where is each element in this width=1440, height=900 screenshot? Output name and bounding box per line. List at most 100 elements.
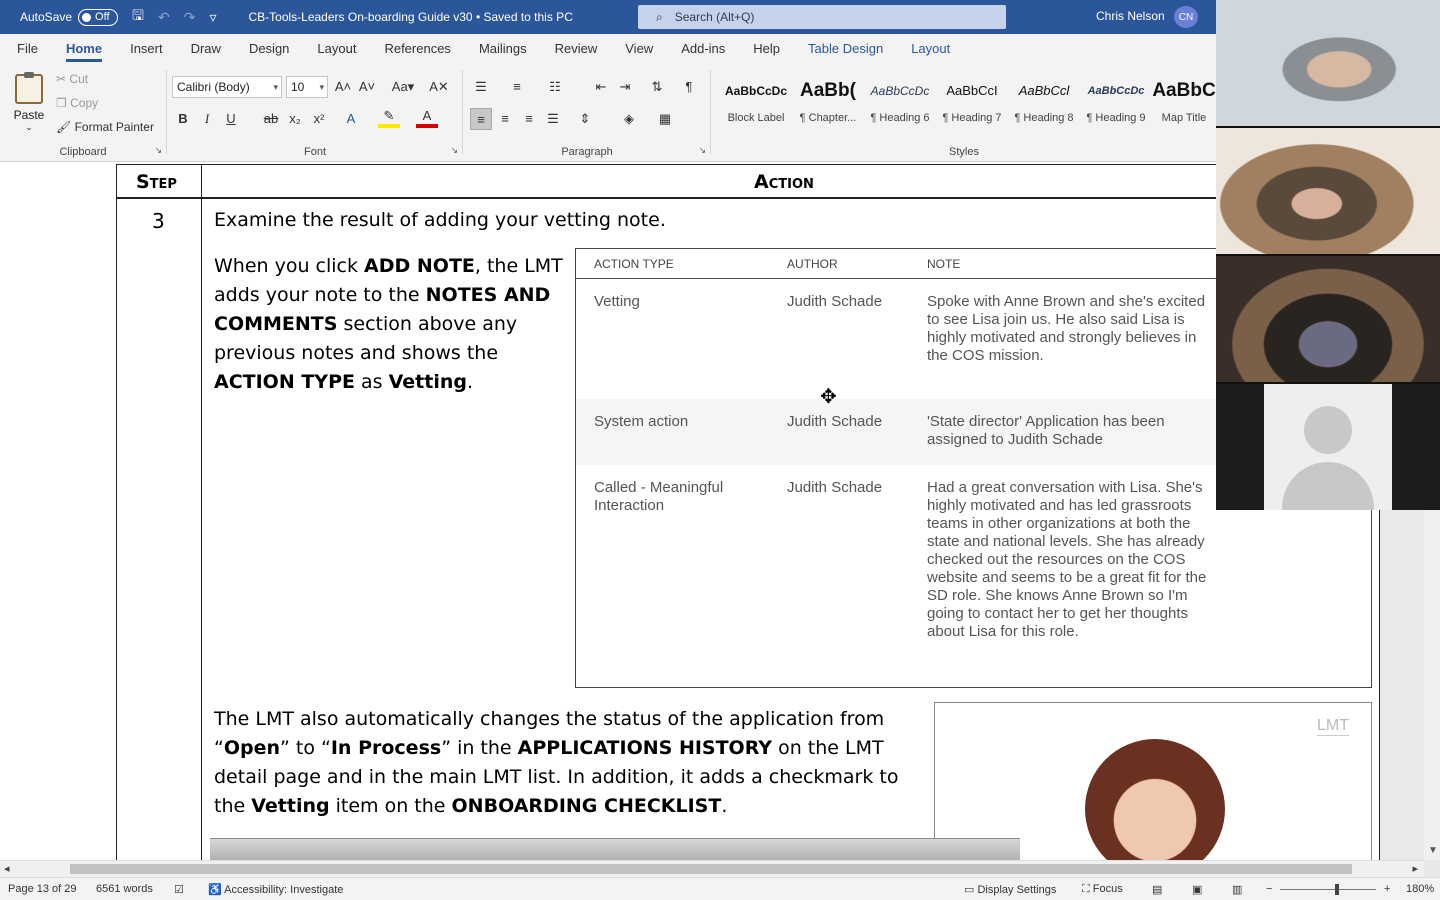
- style-heading-7[interactable]: AaBbCcI ¶ Heading 7: [936, 76, 1008, 136]
- text-run: .: [721, 795, 728, 817]
- page-count[interactable]: Page 13 of 29: [8, 883, 77, 895]
- style-heading-6[interactable]: AaBbCcDc ¶ Heading 6: [864, 76, 936, 136]
- web-layout-icon[interactable]: ▥: [1232, 883, 1242, 896]
- style-heading-9[interactable]: AaBbCcDc ¶ Heading 9: [1080, 76, 1152, 136]
- bold-text-run: Vetting: [388, 371, 467, 393]
- focus-icon: ⛶: [1082, 883, 1090, 895]
- tab-view[interactable]: View: [611, 34, 667, 64]
- highlight-icon[interactable]: ✎: [378, 108, 400, 128]
- undo-icon[interactable]: ↶: [158, 9, 170, 26]
- read-mode-icon[interactable]: ▤: [1152, 883, 1162, 896]
- format-painter-button[interactable]: 🖌 Format Painter: [56, 120, 154, 134]
- participant-video[interactable]: [1216, 0, 1440, 126]
- author-cell: Judith Schade: [787, 413, 883, 430]
- zoom-slider[interactable]: [1280, 889, 1376, 890]
- display-settings-button[interactable]: ▭ Display Settings: [964, 883, 1056, 896]
- search-box[interactable]: ⌕ Search (Alt+Q): [638, 5, 1006, 29]
- focus-button[interactable]: ⛶ Focus: [1082, 883, 1123, 896]
- table-border: [116, 164, 1380, 165]
- style-block-label[interactable]: AaBbCcDc Block Label: [720, 76, 792, 136]
- align-left-icon[interactable]: ≡: [470, 108, 492, 130]
- tab-file[interactable]: File: [0, 34, 52, 64]
- font-launcher-icon[interactable]: ↘: [450, 145, 458, 156]
- tab-draw[interactable]: Draw: [177, 34, 235, 64]
- tab-table-layout[interactable]: Layout: [897, 34, 964, 64]
- clipboard-launcher-icon[interactable]: ↘: [154, 145, 162, 156]
- print-layout-icon[interactable]: ▣: [1192, 883, 1202, 896]
- superscript-icon[interactable]: x²: [308, 108, 330, 130]
- decrease-indent-icon[interactable]: ⇤: [590, 76, 612, 98]
- italic-icon[interactable]: I: [196, 108, 218, 130]
- horizontal-scrollbar[interactable]: ◂ ▸: [0, 860, 1424, 877]
- text-effects-icon[interactable]: A: [340, 108, 362, 130]
- avatar[interactable]: CN: [1174, 6, 1198, 28]
- accessibility-status[interactable]: ♿ Accessibility: Investigate: [208, 883, 343, 896]
- participant-video[interactable]: [1216, 384, 1440, 510]
- proofing-icon[interactable]: ☑: [174, 883, 184, 896]
- tab-layout[interactable]: Layout: [303, 34, 370, 64]
- font-size-select[interactable]: 10 ▾: [286, 76, 328, 98]
- document-title[interactable]: CB-Tools-Leaders On-boarding Guide v30 •…: [248, 10, 572, 24]
- tab-review[interactable]: Review: [541, 34, 612, 64]
- change-case-icon[interactable]: Aa▾: [388, 76, 418, 98]
- tab-mailings[interactable]: Mailings: [465, 34, 541, 64]
- numbering-icon[interactable]: ≡: [506, 76, 528, 98]
- borders-icon[interactable]: ▦: [654, 108, 676, 130]
- tab-help[interactable]: Help: [739, 34, 794, 64]
- scroll-left-icon[interactable]: ◂: [4, 862, 10, 875]
- cut-button[interactable]: ✂ Cut: [56, 72, 88, 86]
- tab-home[interactable]: Home: [52, 34, 116, 64]
- sort-icon[interactable]: ⇅: [646, 76, 668, 98]
- zoom-level[interactable]: 180%: [1406, 883, 1434, 895]
- word-count[interactable]: 6561 words: [96, 883, 153, 895]
- page[interactable]: Step Action 3 Examine the result of addi…: [0, 162, 1380, 860]
- shading-icon[interactable]: ◈: [618, 108, 640, 130]
- shrink-font-icon[interactable]: A˅: [356, 76, 378, 98]
- zoom-slider-thumb[interactable]: [1335, 884, 1339, 895]
- bold-icon[interactable]: B: [172, 108, 194, 130]
- clear-formatting-icon[interactable]: A✕: [428, 76, 450, 98]
- paste-button[interactable]: Paste ⌄: [12, 72, 46, 133]
- copy-button[interactable]: ❐ Copy: [56, 96, 98, 110]
- align-center-icon[interactable]: ≡: [494, 108, 516, 130]
- align-right-icon[interactable]: ≡: [518, 108, 540, 130]
- underline-icon[interactable]: U: [220, 108, 242, 130]
- font-name-select[interactable]: Calibri (Body) ▾: [172, 76, 282, 98]
- zoom-out-icon[interactable]: −: [1266, 883, 1272, 895]
- bold-text-run: APPLICATIONS HISTORY: [517, 737, 773, 759]
- style-heading-8[interactable]: AaBbCcl ¶ Heading 8: [1008, 76, 1080, 136]
- increase-indent-icon[interactable]: ⇥: [614, 76, 636, 98]
- bold-text-run: ONBOARDING CHECKLIST: [451, 795, 722, 817]
- table-border: [116, 164, 117, 860]
- strikethrough-icon[interactable]: ab: [260, 108, 282, 130]
- tab-table-design[interactable]: Table Design: [794, 34, 897, 64]
- tab-references[interactable]: References: [370, 34, 464, 64]
- tab-insert[interactable]: Insert: [116, 34, 177, 64]
- scroll-right-icon[interactable]: ▸: [1412, 862, 1418, 875]
- autosave-toggle[interactable]: Off: [78, 8, 119, 26]
- tab-add-ins[interactable]: Add-ins: [667, 34, 739, 64]
- customize-toolbar-icon[interactable]: ▿: [209, 9, 216, 26]
- justify-icon[interactable]: ☰: [542, 108, 564, 130]
- participant-video[interactable]: [1216, 256, 1440, 382]
- participant-video[interactable]: [1216, 128, 1440, 254]
- bullets-icon[interactable]: ☰: [470, 76, 492, 98]
- grow-font-icon[interactable]: A˄: [332, 76, 354, 98]
- tab-design[interactable]: Design: [235, 34, 303, 64]
- horizontal-scroll-thumb[interactable]: [70, 864, 1352, 874]
- paragraph-launcher-icon[interactable]: ↘: [698, 145, 706, 156]
- scroll-down-icon[interactable]: ▼: [1428, 845, 1438, 856]
- line-spacing-icon[interactable]: ⇕: [574, 108, 596, 130]
- style-map-title[interactable]: AaBbC Map Title: [1152, 76, 1216, 136]
- subscript-icon[interactable]: x₂: [284, 108, 306, 130]
- style-sample: AaBbCcDc: [1087, 85, 1145, 97]
- show-marks-icon[interactable]: ¶: [678, 76, 700, 98]
- styles-group: AaBbCcDc Block Label AaBb(¶ Chapter... Aa…: [712, 68, 1216, 160]
- user-name[interactable]: Chris Nelson: [1096, 9, 1165, 23]
- multilevel-list-icon[interactable]: ☷: [544, 76, 566, 98]
- font-color-icon[interactable]: A: [416, 108, 438, 128]
- redo-icon[interactable]: ↷: [184, 9, 196, 26]
- style-chapter[interactable]: AaBb(¶ Chapter...: [792, 76, 864, 136]
- save-icon[interactable]: 🖫: [132, 5, 144, 29]
- zoom-in-icon[interactable]: +: [1384, 883, 1390, 895]
